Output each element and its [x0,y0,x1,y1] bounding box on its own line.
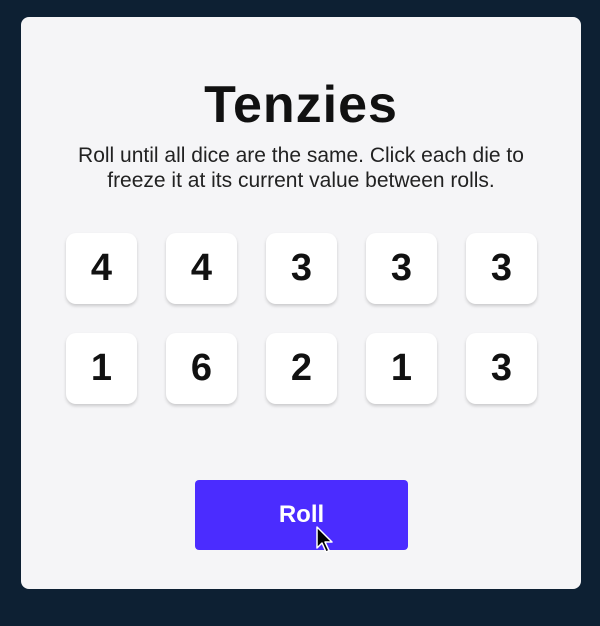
die-8[interactable]: 2 [266,333,337,404]
page-title: Tenzies [204,76,398,134]
instructions-text: Roll until all dice are the same. Click … [78,144,524,192]
die-9[interactable]: 1 [366,333,437,404]
die-7[interactable]: 6 [166,333,237,404]
game-card: Tenzies Roll until all dice are the same… [21,17,581,589]
die-6[interactable]: 1 [66,333,137,404]
die-4[interactable]: 3 [366,233,437,304]
roll-button[interactable]: Roll [195,480,408,550]
die-1[interactable]: 4 [66,233,137,304]
die-5[interactable]: 3 [466,233,537,304]
dice-grid: 4 4 3 3 3 1 6 2 1 3 [66,233,538,404]
die-2[interactable]: 4 [166,233,237,304]
die-10[interactable]: 3 [466,333,537,404]
die-3[interactable]: 3 [266,233,337,304]
